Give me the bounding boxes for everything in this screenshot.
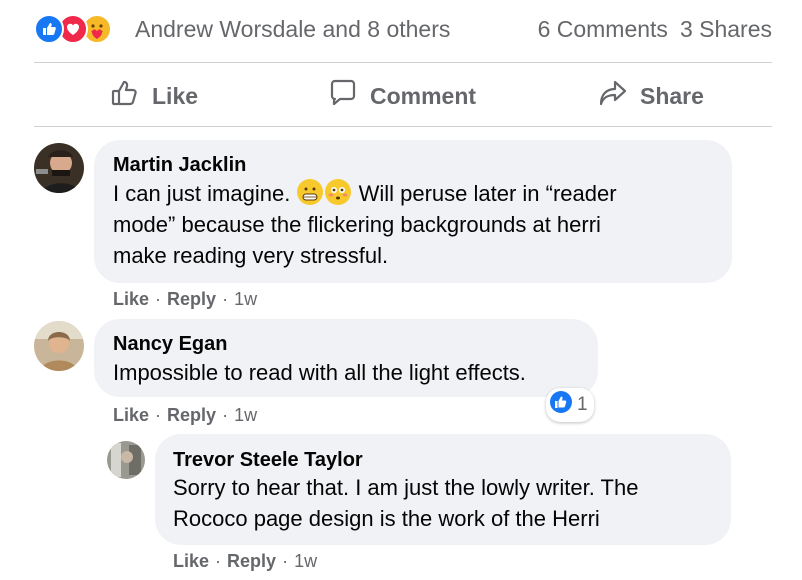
like-reaction-icon xyxy=(549,390,573,420)
like-button-label: Like xyxy=(152,82,199,109)
comment-timestamp[interactable]: 1w xyxy=(294,551,317,572)
comment-bubble-martin-jacklin: Martin Jacklin I can just imagine. Will … xyxy=(94,140,732,283)
divider-bottom xyxy=(34,126,772,127)
comment-timestamp[interactable]: 1w xyxy=(234,289,257,310)
grimacing-face-emoji xyxy=(297,179,324,205)
comment-reaction-count: 1 xyxy=(577,394,588,415)
comment-bubble-trevor-steele-taylor: Trevor Steele Taylor Sorry to hear that.… xyxy=(155,434,731,545)
divider-top xyxy=(34,62,772,63)
comment-author[interactable]: Nancy Egan xyxy=(113,333,227,356)
comment-author[interactable]: Trevor Steele Taylor xyxy=(173,449,363,472)
comment-timestamp[interactable]: 1w xyxy=(234,405,257,426)
comment-meta-martin-jacklin: Like · Reply · 1w xyxy=(113,289,258,310)
comment-like-link[interactable]: Like xyxy=(113,405,149,426)
speech-bubble-icon xyxy=(328,78,358,114)
comment-bubble-nancy-egan: Nancy Egan Impossible to read with all t… xyxy=(94,319,598,397)
avatar-trevor-steele-taylor[interactable] xyxy=(107,441,145,479)
comment-text: Sorry to hear that. I am just the lowly … xyxy=(173,475,639,531)
comment-reply-link[interactable]: Reply xyxy=(167,289,216,310)
comment-text: Impossible to read with all the light ef… xyxy=(113,360,526,385)
comment-reaction-badge[interactable]: 1 xyxy=(546,388,594,422)
comment-reply-link[interactable]: Reply xyxy=(167,405,216,426)
share-arrow-icon xyxy=(598,78,628,114)
comment-meta-nancy-egan: Like · Reply · 1w xyxy=(113,405,258,426)
avatar-nancy-egan[interactable] xyxy=(34,321,84,371)
comment-reply-link[interactable]: Reply xyxy=(227,551,276,572)
reacted-by-text[interactable]: Andrew Worsdale and 8 others xyxy=(135,16,450,43)
share-button-label: Share xyxy=(640,82,704,109)
comments-count[interactable]: 6 Comments xyxy=(538,16,668,43)
comment-button-label: Comment xyxy=(370,82,477,109)
shares-count[interactable]: 3 Shares xyxy=(680,16,772,43)
like-reaction-icon xyxy=(34,14,64,44)
comment-text: I can just imagine. Will peruse later in… xyxy=(113,179,617,268)
avatar-martin-jacklin[interactable] xyxy=(34,143,84,193)
comment-like-link[interactable]: Like xyxy=(173,551,209,572)
share-button[interactable]: Share xyxy=(598,80,704,112)
thumbs-up-icon xyxy=(110,78,140,114)
flushed-face-emoji xyxy=(325,179,352,205)
like-button[interactable]: Like xyxy=(110,80,198,112)
comment-author[interactable]: Martin Jacklin xyxy=(113,154,246,177)
comment-like-link[interactable]: Like xyxy=(113,289,149,310)
comment-button[interactable]: Comment xyxy=(328,78,477,114)
reactions-summary[interactable] xyxy=(34,12,112,46)
comment-meta-trevor-steele-taylor: Like · Reply · 1w xyxy=(173,551,318,572)
